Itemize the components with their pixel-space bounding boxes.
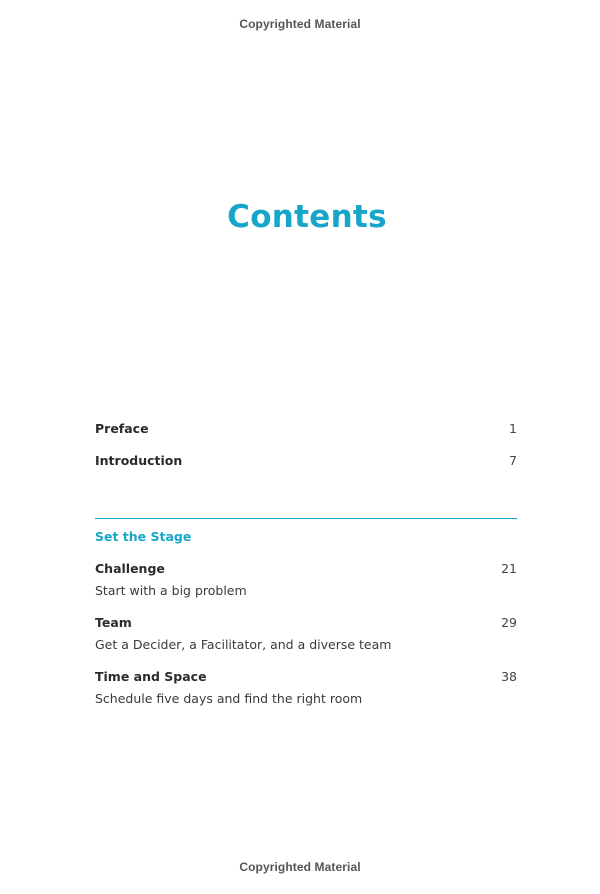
entry-subtitle: Start with a big problem: [95, 583, 247, 598]
toc-entry-team: Team 29: [95, 615, 517, 635]
entry-page-number: 29: [501, 615, 517, 630]
entry-page-number: 21: [501, 561, 517, 576]
entry-title: Team: [95, 615, 132, 630]
entry-subtitle-row: Get a Decider, a Facilitator, and a dive…: [95, 637, 517, 657]
entry-subtitle: Schedule five days and find the right ro…: [95, 691, 363, 706]
toc-entry-challenge: Challenge 21: [95, 561, 517, 581]
copyright-footer: Copyrighted Material: [239, 860, 361, 874]
entry-subtitle: Get a Decider, a Facilitator, and a dive…: [95, 637, 392, 652]
entry-page-number: 38: [501, 669, 517, 684]
entry-page-number: 1: [509, 421, 517, 436]
copyright-header: Copyrighted Material: [239, 17, 361, 31]
toc-entry-time-and-space: Time and Space 38: [95, 669, 517, 689]
entry-title: Preface: [95, 421, 149, 436]
entry-page-number: 7: [509, 453, 517, 468]
entry-subtitle-row: Schedule five days and find the right ro…: [95, 691, 517, 711]
entry-title: Introduction: [95, 453, 183, 468]
entry-title: Time and Space: [95, 669, 207, 684]
entry-title: Challenge: [95, 561, 165, 576]
page-title: Contents: [227, 199, 387, 235]
section-title: Set the Stage: [95, 529, 192, 544]
toc-entry-preface: Preface 1: [95, 421, 517, 441]
toc-entry-introduction: Introduction 7: [95, 453, 517, 473]
entry-subtitle-row: Start with a big problem: [95, 583, 517, 603]
section-divider: [95, 518, 517, 519]
